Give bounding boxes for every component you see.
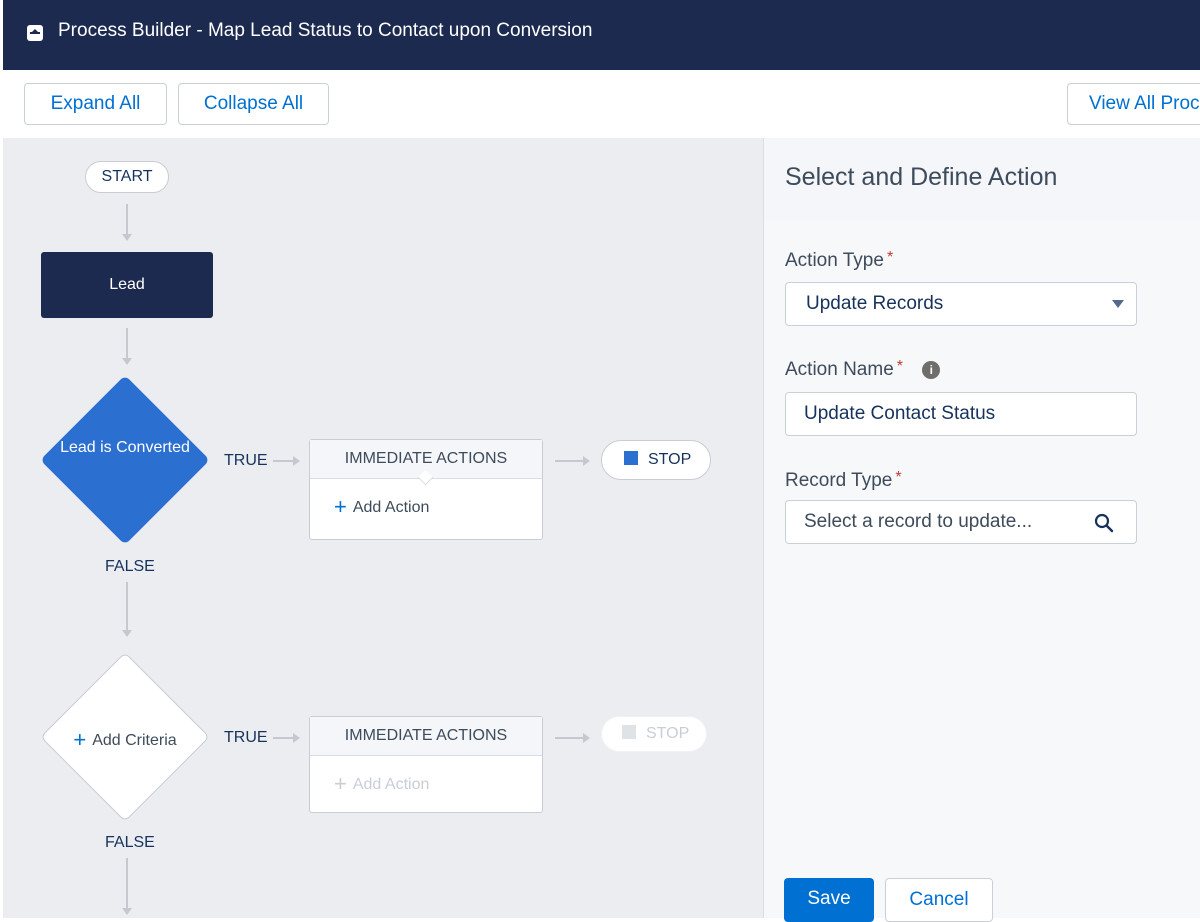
panel-header: Select and Define Action [764,138,1200,220]
object-node-lead[interactable]: Lead [41,252,213,318]
connector-line [126,858,128,910]
toolbar: Expand All Collapse All View All Proc [3,70,1200,139]
false-label: FALSE [105,558,155,575]
connector-line [126,582,128,632]
arrow-right-icon [583,456,590,466]
record-type-search-input[interactable]: Select a record to update... [785,500,1137,544]
action-type-value: Update Records [806,293,944,314]
false-label: FALSE [105,834,155,851]
stop-label: STOP [648,451,692,468]
stop-label: STOP [646,725,690,742]
connector-line [555,737,585,739]
plus-icon: + [334,494,347,519]
info-icon[interactable]: i [922,361,941,379]
action-name-label: Action Name * i [785,358,941,381]
required-mark: * [896,358,904,375]
immediate-actions-header: IMMEDIATE ACTIONS [310,717,542,756]
app-icon [27,25,43,41]
immediate-actions-box: IMMEDIATE ACTIONS + Add Action [309,439,543,540]
action-type-label-text: Action Type [785,250,884,271]
add-criteria-label: Add Criteria [92,732,177,749]
record-type-label-text: Record Type [785,470,893,491]
arrow-right-icon [583,733,590,743]
add-action-label: Add Action [352,499,430,516]
criteria-label-lead-converted: Lead is Converted [60,439,190,456]
add-action-label: Add Action [352,776,430,793]
arrow-down-icon [122,908,132,915]
start-node: START [85,161,169,193]
arrow-down-icon [122,234,132,241]
arrow-right-icon [293,456,300,466]
add-action-button-disabled: + Add Action [310,756,542,813]
record-type-placeholder: Select a record to update... [804,511,1033,532]
dropdown-arrow-icon [1112,300,1124,308]
cancel-button[interactable]: Cancel [885,878,993,922]
action-type-select[interactable]: Update Records [785,282,1137,326]
record-type-label: Record Type * [785,469,902,492]
arrow-down-icon [122,358,132,365]
action-name-label-text: Action Name [785,359,894,380]
add-action-button[interactable]: + Add Action [310,479,542,536]
save-button[interactable]: Save [784,878,874,922]
arrow-down-icon [122,630,132,637]
true-label: TRUE [224,452,268,469]
search-icon [1094,513,1114,533]
connector-line [555,460,585,462]
stop-node-disabled: STOP [601,716,707,752]
plus-icon: + [334,771,347,796]
app-header: Process Builder - Map Lead Status to Con… [3,0,1200,70]
add-criteria-button[interactable]: + Add Criteria [55,727,195,753]
criteria-diamond[interactable] [40,375,210,545]
panel-title: Select and Define Action [785,163,1058,191]
view-all-processes-button[interactable]: View All Proc [1067,83,1200,125]
stop-square-icon [622,725,636,739]
connector-line [273,737,295,739]
collapse-all-button[interactable]: Collapse All [178,83,329,125]
action-type-label: Action Type * [785,249,893,272]
connector-line [126,204,128,236]
action-panel: Select and Define Action Action Type * Up… [763,138,1200,922]
action-name-input[interactable]: Update Contact Status [785,392,1137,436]
connector-line [126,328,128,360]
action-name-value: Update Contact Status [804,403,996,424]
plus-icon: + [73,727,87,752]
page-title: Process Builder - Map Lead Status to Con… [58,20,593,41]
required-mark: * [886,249,894,266]
process-canvas: START Lead Lead is Converted TRUE IMMEDI… [3,138,763,918]
stop-square-icon [624,451,638,465]
expand-all-button[interactable]: Expand All [24,83,167,125]
stop-node: STOP [601,440,711,480]
connector-line [273,460,295,462]
arrow-right-icon [293,733,300,743]
true-label: TRUE [224,729,268,746]
required-mark: * [895,469,902,486]
immediate-actions-box: IMMEDIATE ACTIONS + Add Action [309,716,543,813]
